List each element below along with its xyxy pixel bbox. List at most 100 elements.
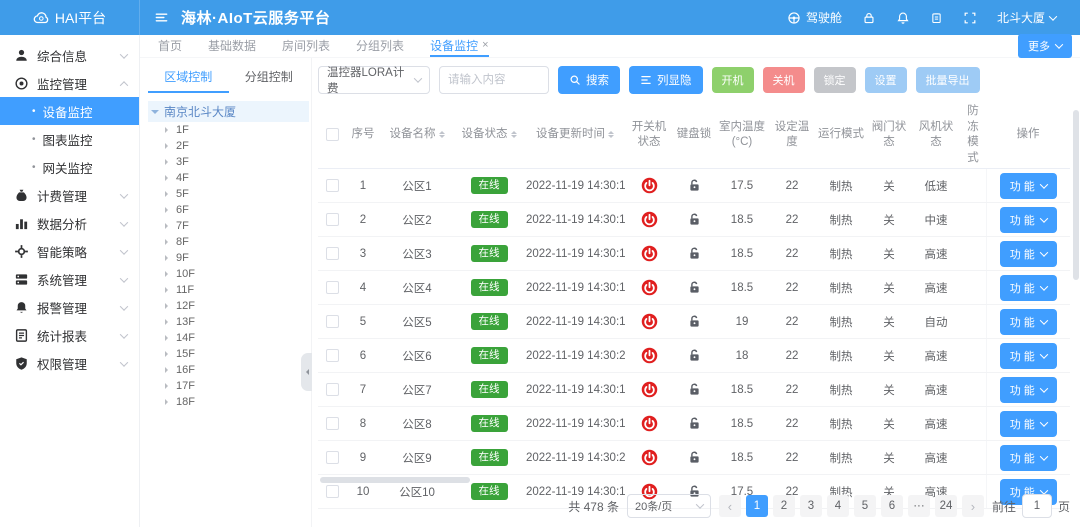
- tree-root-node[interactable]: 南京北斗大厦: [148, 101, 309, 122]
- tree-floor-node[interactable]: 18F: [148, 394, 309, 410]
- tree-floor-node[interactable]: 12F: [148, 298, 309, 314]
- cockpit-button[interactable]: 驾驶舱: [787, 9, 842, 26]
- bulk-action-button[interactable]: 开机: [712, 67, 754, 93]
- vertical-scrollbar[interactable]: [1073, 110, 1079, 280]
- row-checkbox[interactable]: [326, 179, 339, 192]
- row-checkbox[interactable]: [326, 417, 339, 430]
- row-function-button[interactable]: 功 能: [1000, 275, 1057, 301]
- tree-floor-node[interactable]: 10F: [148, 266, 309, 282]
- bulk-action-button[interactable]: 设置: [865, 67, 907, 93]
- lock-icon[interactable]: [862, 11, 876, 25]
- page-number-button[interactable]: ···: [908, 495, 930, 517]
- page-tab[interactable]: 设备监控 ×: [430, 35, 488, 57]
- page-number-button[interactable]: 2: [773, 495, 795, 517]
- tree-floor-node[interactable]: 8F: [148, 234, 309, 250]
- toolbar: 温控器LORA计费 搜索 列显隐 开机关机锁定设置批量导出: [318, 66, 1072, 94]
- row-checkbox[interactable]: [326, 315, 339, 328]
- search-button[interactable]: 搜索: [558, 66, 620, 94]
- select-all-checkbox[interactable]: [326, 128, 339, 141]
- more-button[interactable]: 更多: [1018, 34, 1072, 58]
- power-status-icon: [641, 282, 658, 294]
- page-number-button[interactable]: 3: [800, 495, 822, 517]
- row-checkbox[interactable]: [326, 383, 339, 396]
- row-checkbox[interactable]: [326, 213, 339, 226]
- tree-tab[interactable]: 区域控制: [148, 60, 229, 93]
- cell-frost-mode: [960, 169, 986, 203]
- bell-icon[interactable]: [896, 11, 910, 25]
- page-number-button[interactable]: 6: [881, 495, 903, 517]
- goto-page-input[interactable]: [1022, 494, 1052, 518]
- sidebar-item[interactable]: 统计报表: [0, 321, 139, 349]
- sidebar-item[interactable]: 计费管理: [0, 181, 139, 209]
- row-function-button[interactable]: 功 能: [1000, 241, 1057, 267]
- panel-collapse-handle[interactable]: [301, 353, 312, 391]
- bulk-action-button[interactable]: 关机: [763, 67, 805, 93]
- bulk-action-button[interactable]: 锁定: [814, 67, 856, 93]
- row-function-button[interactable]: 功 能: [1000, 411, 1057, 437]
- page-number-button[interactable]: 5: [854, 495, 876, 517]
- tree-floor-node[interactable]: 15F: [148, 346, 309, 362]
- prev-page-button[interactable]: ‹: [719, 495, 741, 517]
- tree-floor-node[interactable]: 3F: [148, 154, 309, 170]
- bulk-action-button[interactable]: 批量导出: [916, 67, 980, 93]
- page-tab[interactable]: 分组列表 ×: [356, 35, 404, 57]
- sidebar-item[interactable]: 图表监控: [0, 125, 139, 153]
- tree-floor-node[interactable]: 7F: [148, 218, 309, 234]
- row-checkbox[interactable]: [326, 485, 339, 498]
- row-function-button[interactable]: 功 能: [1000, 173, 1057, 199]
- row-function-button[interactable]: 功 能: [1000, 343, 1057, 369]
- app-logo[interactable]: HAI平台: [0, 0, 140, 35]
- sort-icon[interactable]: [608, 128, 614, 141]
- sidebar-item[interactable]: 监控管理: [0, 69, 139, 97]
- row-function-button[interactable]: 功 能: [1000, 207, 1057, 233]
- tree-floor-node[interactable]: 16F: [148, 362, 309, 378]
- tab-close-icon[interactable]: ×: [482, 39, 488, 51]
- sidebar-item[interactable]: 数据分析: [0, 209, 139, 237]
- page-number-button[interactable]: 4: [827, 495, 849, 517]
- tree-floor-node[interactable]: 6F: [148, 202, 309, 218]
- tree-floor-node[interactable]: 11F: [148, 282, 309, 298]
- page-size-select[interactable]: 20条/页: [627, 494, 711, 518]
- tree-floor-node[interactable]: 17F: [148, 378, 309, 394]
- tree-floor-node[interactable]: 13F: [148, 314, 309, 330]
- sidebar-item[interactable]: 网关监控: [0, 153, 139, 181]
- next-page-button[interactable]: ›: [962, 495, 984, 517]
- page-tab[interactable]: 基础数据 ×: [208, 35, 256, 57]
- row-function-button[interactable]: 功 能: [1000, 445, 1057, 471]
- page-number-button[interactable]: 1: [746, 495, 768, 517]
- sidebar-item[interactable]: 设备监控: [0, 97, 139, 125]
- device-type-select[interactable]: 温控器LORA计费: [318, 66, 430, 94]
- page-number-button[interactable]: 24: [935, 495, 957, 517]
- tree-floor-node[interactable]: 1F: [148, 122, 309, 138]
- caret-right-icon: [165, 191, 171, 197]
- page-tab[interactable]: 房间列表 ×: [282, 35, 330, 57]
- hamburger-menu-icon[interactable]: [154, 10, 169, 25]
- horizontal-scrollbar[interactable]: [320, 477, 470, 483]
- tree-floor-node[interactable]: 4F: [148, 170, 309, 186]
- sort-icon[interactable]: [439, 128, 445, 141]
- row-checkbox[interactable]: [326, 281, 339, 294]
- column-visibility-button[interactable]: 列显隐: [629, 66, 703, 94]
- row-function-button[interactable]: 功 能: [1000, 377, 1057, 403]
- fullscreen-icon[interactable]: [963, 11, 977, 25]
- sidebar-item[interactable]: 权限管理: [0, 349, 139, 377]
- search-input[interactable]: [439, 66, 549, 94]
- search-icon: [569, 74, 581, 86]
- row-checkbox[interactable]: [326, 451, 339, 464]
- tree-floor-node[interactable]: 14F: [148, 330, 309, 346]
- row-checkbox[interactable]: [326, 349, 339, 362]
- tree-floor-node[interactable]: 5F: [148, 186, 309, 202]
- tree-floor-node[interactable]: 2F: [148, 138, 309, 154]
- tree-floor-node[interactable]: 9F: [148, 250, 309, 266]
- row-function-button[interactable]: 功 能: [1000, 309, 1057, 335]
- clipboard-icon[interactable]: [930, 11, 943, 25]
- sort-icon[interactable]: [511, 128, 517, 141]
- sidebar-item[interactable]: 综合信息: [0, 41, 139, 69]
- row-checkbox[interactable]: [326, 247, 339, 260]
- tree-tab[interactable]: 分组控制: [229, 60, 310, 93]
- sidebar-item[interactable]: 报警管理: [0, 293, 139, 321]
- sidebar-item[interactable]: 系统管理: [0, 265, 139, 293]
- building-selector[interactable]: 北斗大厦: [997, 9, 1056, 26]
- sidebar-item[interactable]: 智能策略: [0, 237, 139, 265]
- page-tab[interactable]: 首页 ×: [158, 35, 182, 57]
